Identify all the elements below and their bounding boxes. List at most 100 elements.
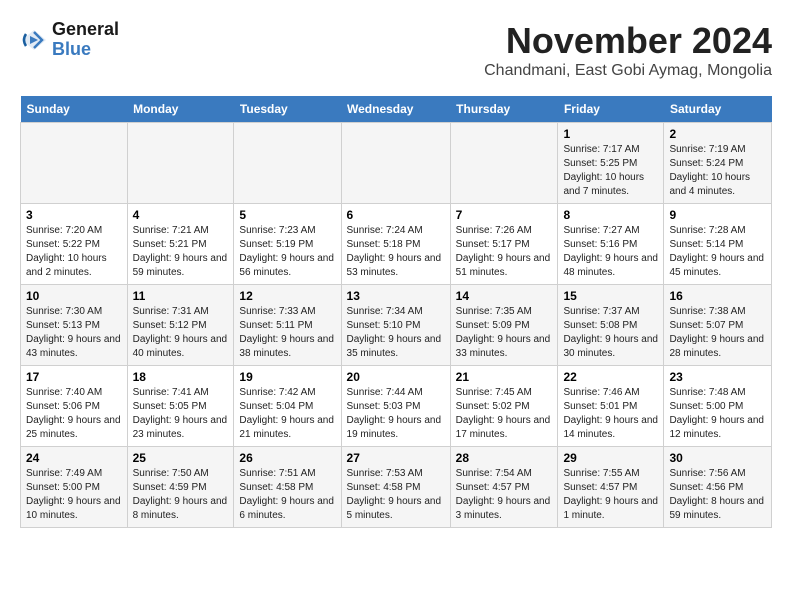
day-detail: Sunrise: 7:48 AM Sunset: 5:00 PM Dayligh… xyxy=(669,386,766,442)
logo-line2: Blue xyxy=(52,40,119,60)
day-number: 1 xyxy=(563,127,658,141)
day-number: 11 xyxy=(133,289,229,303)
day-number: 19 xyxy=(239,370,335,384)
day-number: 9 xyxy=(669,208,766,222)
day-detail: Sunrise: 7:27 AM Sunset: 5:16 PM Dayligh… xyxy=(563,224,658,280)
col-wednesday: Wednesday xyxy=(341,96,450,123)
day-cell xyxy=(127,123,234,204)
col-monday: Monday xyxy=(127,96,234,123)
day-number: 14 xyxy=(456,289,553,303)
day-cell: 5 Sunrise: 7:23 AM Sunset: 5:19 PM Daylig… xyxy=(234,204,341,285)
day-detail: Sunrise: 7:23 AM Sunset: 5:19 PM Dayligh… xyxy=(239,224,335,280)
day-detail: Sunrise: 7:37 AM Sunset: 5:08 PM Dayligh… xyxy=(563,305,658,361)
day-number: 18 xyxy=(133,370,229,384)
day-detail: Sunrise: 7:55 AM Sunset: 4:57 PM Dayligh… xyxy=(563,467,658,523)
day-cell: 14 Sunrise: 7:35 AM Sunset: 5:09 PM Dayli… xyxy=(450,285,558,366)
day-number: 4 xyxy=(133,208,229,222)
day-number: 27 xyxy=(347,451,445,465)
logo: General Blue xyxy=(20,20,119,60)
day-cell: 17 Sunrise: 7:40 AM Sunset: 5:06 PM Dayli… xyxy=(21,366,128,447)
day-number: 22 xyxy=(563,370,658,384)
day-number: 13 xyxy=(347,289,445,303)
day-cell: 19 Sunrise: 7:42 AM Sunset: 5:04 PM Dayli… xyxy=(234,366,341,447)
col-friday: Friday xyxy=(558,96,664,123)
week-row-1: 1Sunrise: 7:17 AM Sunset: 5:25 PM Daylig… xyxy=(21,123,772,204)
location-title: Chandmani, East Gobi Aymag, Mongolia xyxy=(484,62,772,80)
day-cell: 20 Sunrise: 7:44 AM Sunset: 5:03 PM Dayli… xyxy=(341,366,450,447)
day-number: 5 xyxy=(239,208,335,222)
day-detail: Sunrise: 7:56 AM Sunset: 4:56 PM Dayligh… xyxy=(669,467,766,523)
day-detail: Sunrise: 7:33 AM Sunset: 5:11 PM Dayligh… xyxy=(239,305,335,361)
day-number: 20 xyxy=(347,370,445,384)
day-cell: 30 Sunrise: 7:56 AM Sunset: 4:56 PM Dayli… xyxy=(664,447,772,528)
day-number: 7 xyxy=(456,208,553,222)
day-cell: 10 Sunrise: 7:30 AM Sunset: 5:13 PM Dayli… xyxy=(21,285,128,366)
day-cell: 25 Sunrise: 7:50 AM Sunset: 4:59 PM Dayli… xyxy=(127,447,234,528)
day-number: 17 xyxy=(26,370,122,384)
day-number: 6 xyxy=(347,208,445,222)
day-cell: 26 Sunrise: 7:51 AM Sunset: 4:58 PM Dayli… xyxy=(234,447,341,528)
day-number: 2 xyxy=(669,127,766,141)
day-cell: 13 Sunrise: 7:34 AM Sunset: 5:10 PM Dayli… xyxy=(341,285,450,366)
col-sunday: Sunday xyxy=(21,96,128,123)
day-cell: 24Sunrise: 7:49 AM Sunset: 5:00 PM Dayli… xyxy=(21,447,128,528)
day-detail: Sunrise: 7:46 AM Sunset: 5:01 PM Dayligh… xyxy=(563,386,658,442)
day-detail: Sunrise: 7:30 AM Sunset: 5:13 PM Dayligh… xyxy=(26,305,122,361)
day-detail: Sunrise: 7:54 AM Sunset: 4:57 PM Dayligh… xyxy=(456,467,553,523)
day-cell xyxy=(341,123,450,204)
day-cell: 9Sunrise: 7:28 AM Sunset: 5:14 PM Daylig… xyxy=(664,204,772,285)
day-detail: Sunrise: 7:40 AM Sunset: 5:06 PM Dayligh… xyxy=(26,386,122,442)
day-cell: 28 Sunrise: 7:54 AM Sunset: 4:57 PM Dayli… xyxy=(450,447,558,528)
logo-icon xyxy=(20,26,48,54)
day-number: 16 xyxy=(669,289,766,303)
day-number: 10 xyxy=(26,289,122,303)
day-number: 21 xyxy=(456,370,553,384)
header-row: Sunday Monday Tuesday Wednesday Thursday… xyxy=(21,96,772,123)
day-cell: 2 Sunrise: 7:19 AM Sunset: 5:24 PM Daylig… xyxy=(664,123,772,204)
day-number: 30 xyxy=(669,451,766,465)
day-number: 28 xyxy=(456,451,553,465)
day-detail: Sunrise: 7:42 AM Sunset: 5:04 PM Dayligh… xyxy=(239,386,335,442)
day-detail: Sunrise: 7:21 AM Sunset: 5:21 PM Dayligh… xyxy=(133,224,229,280)
day-cell xyxy=(21,123,128,204)
day-number: 23 xyxy=(669,370,766,384)
day-detail: Sunrise: 7:31 AM Sunset: 5:12 PM Dayligh… xyxy=(133,305,229,361)
day-cell: 1Sunrise: 7:17 AM Sunset: 5:25 PM Daylig… xyxy=(558,123,664,204)
day-number: 3 xyxy=(26,208,122,222)
day-number: 25 xyxy=(133,451,229,465)
day-detail: Sunrise: 7:34 AM Sunset: 5:10 PM Dayligh… xyxy=(347,305,445,361)
day-cell: 15 Sunrise: 7:37 AM Sunset: 5:08 PM Dayli… xyxy=(558,285,664,366)
day-detail: Sunrise: 7:53 AM Sunset: 4:58 PM Dayligh… xyxy=(347,467,445,523)
day-cell: 22 Sunrise: 7:46 AM Sunset: 5:01 PM Dayli… xyxy=(558,366,664,447)
day-detail: Sunrise: 7:45 AM Sunset: 5:02 PM Dayligh… xyxy=(456,386,553,442)
day-number: 26 xyxy=(239,451,335,465)
day-cell: 16Sunrise: 7:38 AM Sunset: 5:07 PM Dayli… xyxy=(664,285,772,366)
day-detail: Sunrise: 7:20 AM Sunset: 5:22 PM Dayligh… xyxy=(26,224,122,280)
week-row-3: 10 Sunrise: 7:30 AM Sunset: 5:13 PM Dayli… xyxy=(21,285,772,366)
day-cell: 6Sunrise: 7:24 AM Sunset: 5:18 PM Daylig… xyxy=(341,204,450,285)
day-cell: 18Sunrise: 7:41 AM Sunset: 5:05 PM Dayli… xyxy=(127,366,234,447)
day-cell xyxy=(450,123,558,204)
day-cell xyxy=(234,123,341,204)
title-section: November 2024 Chandmani, East Gobi Aymag… xyxy=(484,20,772,92)
day-cell: 4 Sunrise: 7:21 AM Sunset: 5:21 PM Daylig… xyxy=(127,204,234,285)
day-cell: 8 Sunrise: 7:27 AM Sunset: 5:16 PM Daylig… xyxy=(558,204,664,285)
week-row-4: 17 Sunrise: 7:40 AM Sunset: 5:06 PM Dayli… xyxy=(21,366,772,447)
col-tuesday: Tuesday xyxy=(234,96,341,123)
day-number: 15 xyxy=(563,289,658,303)
week-row-5: 24Sunrise: 7:49 AM Sunset: 5:00 PM Dayli… xyxy=(21,447,772,528)
day-detail: Sunrise: 7:44 AM Sunset: 5:03 PM Dayligh… xyxy=(347,386,445,442)
day-detail: Sunrise: 7:51 AM Sunset: 4:58 PM Dayligh… xyxy=(239,467,335,523)
day-cell: 12 Sunrise: 7:33 AM Sunset: 5:11 PM Dayli… xyxy=(234,285,341,366)
day-detail: Sunrise: 7:19 AM Sunset: 5:24 PM Dayligh… xyxy=(669,143,766,199)
day-number: 8 xyxy=(563,208,658,222)
col-thursday: Thursday xyxy=(450,96,558,123)
day-cell: 23 Sunrise: 7:48 AM Sunset: 5:00 PM Dayli… xyxy=(664,366,772,447)
day-cell: 27 Sunrise: 7:53 AM Sunset: 4:58 PM Dayli… xyxy=(341,447,450,528)
day-number: 12 xyxy=(239,289,335,303)
day-detail: Sunrise: 7:35 AM Sunset: 5:09 PM Dayligh… xyxy=(456,305,553,361)
day-detail: Sunrise: 7:26 AM Sunset: 5:17 PM Dayligh… xyxy=(456,224,553,280)
day-detail: Sunrise: 7:49 AM Sunset: 5:00 PM Dayligh… xyxy=(26,467,122,523)
day-cell: 11 Sunrise: 7:31 AM Sunset: 5:12 PM Dayli… xyxy=(127,285,234,366)
day-detail: Sunrise: 7:50 AM Sunset: 4:59 PM Dayligh… xyxy=(133,467,229,523)
